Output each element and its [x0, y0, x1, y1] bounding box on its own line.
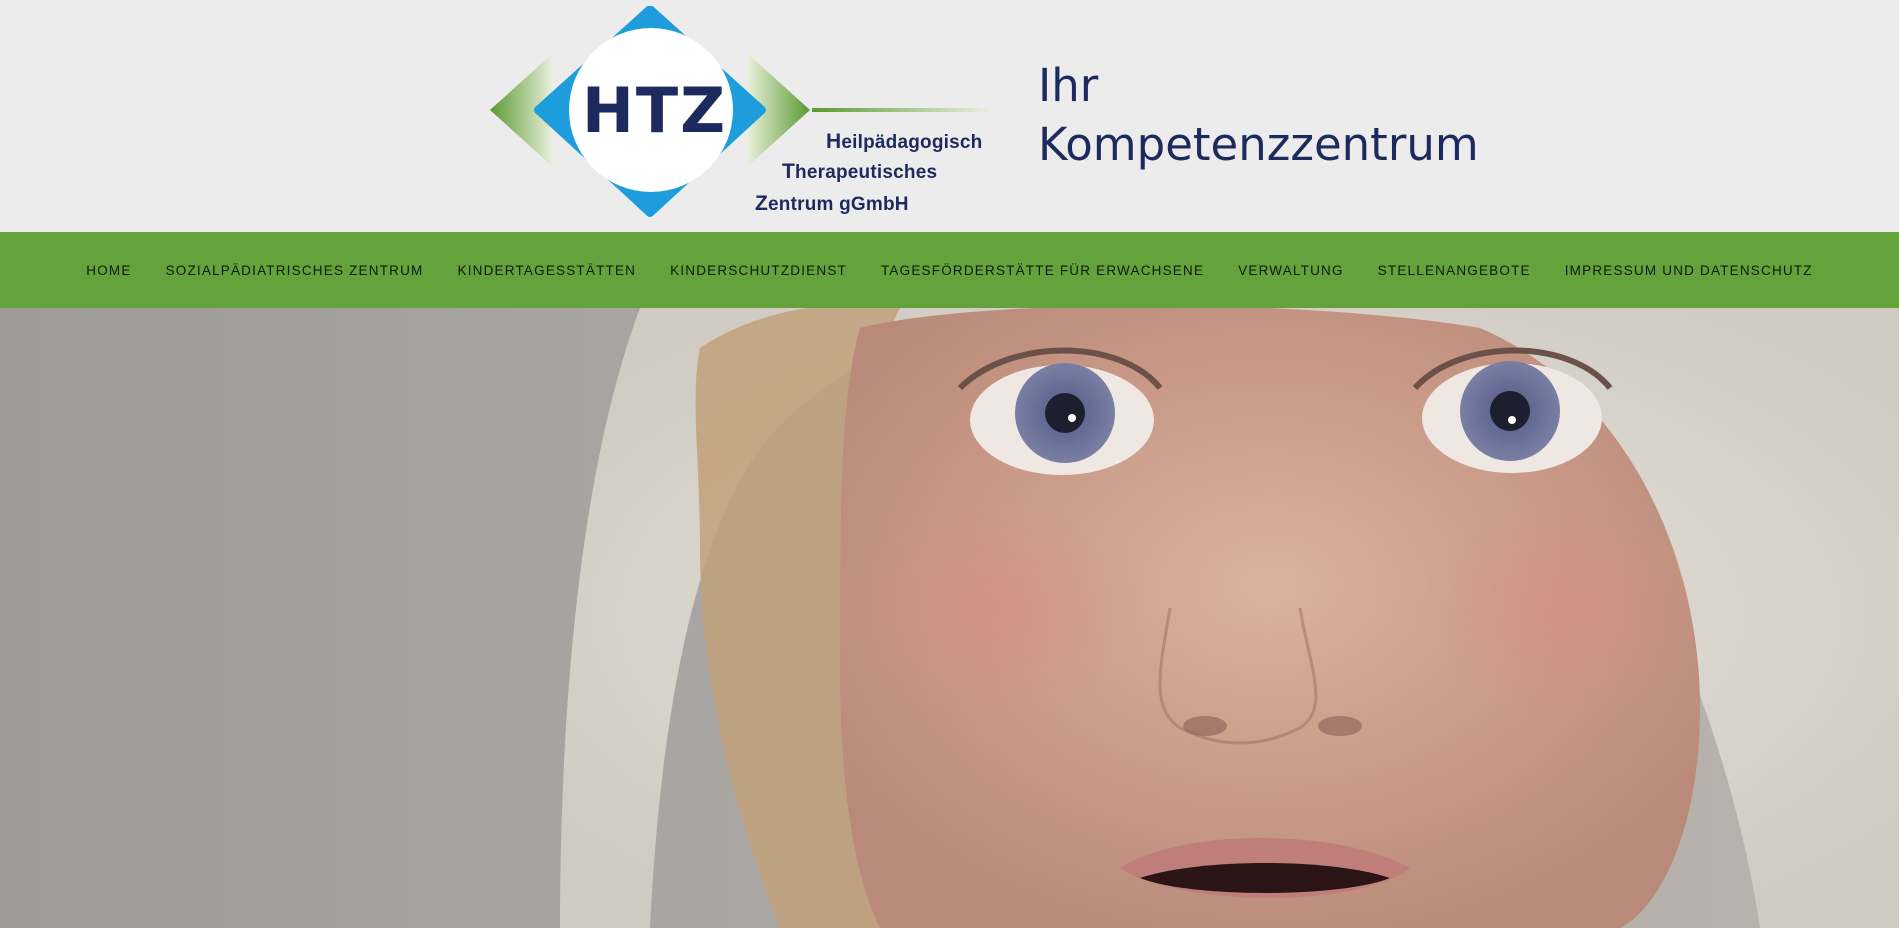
htz-logo[interactable]: HTZ Heilpädagogisch Therapeutisches Zent… — [490, 6, 990, 224]
main-navigation: HOME SOZIALPÄDIATRISCHES ZENTRUM KINDERT… — [0, 232, 1899, 308]
site-header: HTZ Heilpädagogisch Therapeutisches Zent… — [0, 0, 1899, 232]
nav-item-kinderschutzdienst[interactable]: KINDERSCHUTZDIENST — [670, 263, 847, 278]
nav-item-tagesfoerderstaette[interactable]: TAGESFÖRDERSTÄTTE FÜR ERWACHSENE — [881, 263, 1204, 278]
logo-line-1: Heilpädagogisch — [826, 130, 983, 153]
logo-line-3: Zentrum gGmbH — [755, 192, 909, 215]
tagline-line-2: Kompetenzzentrum — [1038, 118, 1479, 171]
logo-line-2: Therapeutisches — [782, 160, 938, 183]
tagline-line-1: Ihr — [1038, 59, 1099, 112]
nav-item-kindertagesstaetten[interactable]: KINDERTAGESSTÄTTEN — [458, 263, 637, 278]
nav-item-sozialpaediatrisches-zentrum[interactable]: SOZIALPÄDIATRISCHES ZENTRUM — [166, 263, 424, 278]
nav-list: HOME SOZIALPÄDIATRISCHES ZENTRUM KINDERT… — [0, 232, 1899, 308]
nav-item-impressum-datenschutz[interactable]: IMPRESSUM UND DATENSCHUTZ — [1565, 263, 1813, 278]
htz-logo-graphic — [490, 6, 990, 217]
nav-item-verwaltung[interactable]: VERWALTUNG — [1238, 263, 1344, 278]
logo-acronym: HTZ — [582, 74, 728, 147]
nav-item-home[interactable]: HOME — [86, 263, 131, 278]
header-tagline: Ihr Kompetenzzentrum — [1038, 56, 1479, 174]
child-in-hood-photo — [0, 308, 1899, 928]
nav-item-stellenangebote[interactable]: STELLENANGEBOTE — [1378, 263, 1531, 278]
hero-image — [0, 308, 1899, 928]
